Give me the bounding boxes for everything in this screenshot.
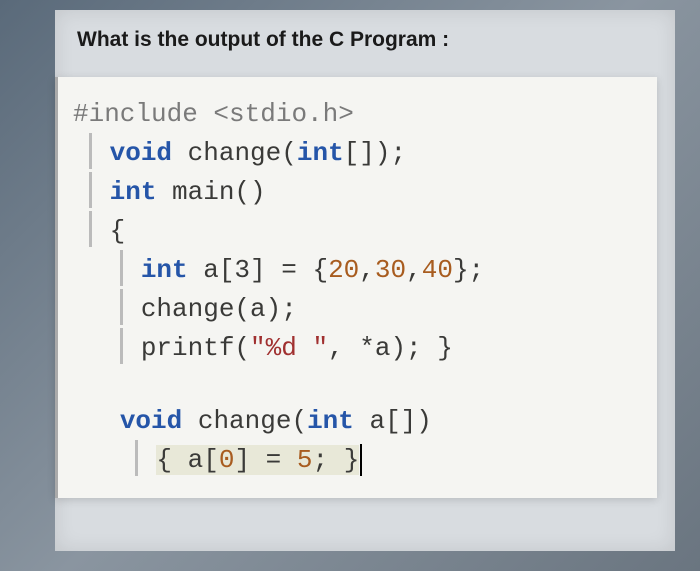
text-cursor — [360, 444, 362, 475]
code-line-9: void change(int a[]) — [73, 402, 647, 441]
code-blank-line — [73, 368, 647, 402]
code-line-10: { a[0] = 5; } — [73, 441, 647, 480]
question-text: What is the output of the C Program : — [55, 10, 675, 77]
code-line-7: printf("%d ", *a); } — [73, 329, 647, 368]
content-area: What is the output of the C Program : #i… — [55, 10, 675, 551]
code-line-3: int main() — [73, 173, 647, 212]
code-line-1: #include <stdio.h> — [73, 95, 647, 134]
code-line-5: int a[3] = {20,30,40}; — [73, 251, 647, 290]
code-line-6: change(a); — [73, 290, 647, 329]
code-line-4: { — [73, 212, 647, 251]
code-block: #include <stdio.h> void change(int[]); i… — [55, 77, 657, 498]
code-line-2: void change(int[]); — [73, 134, 647, 173]
